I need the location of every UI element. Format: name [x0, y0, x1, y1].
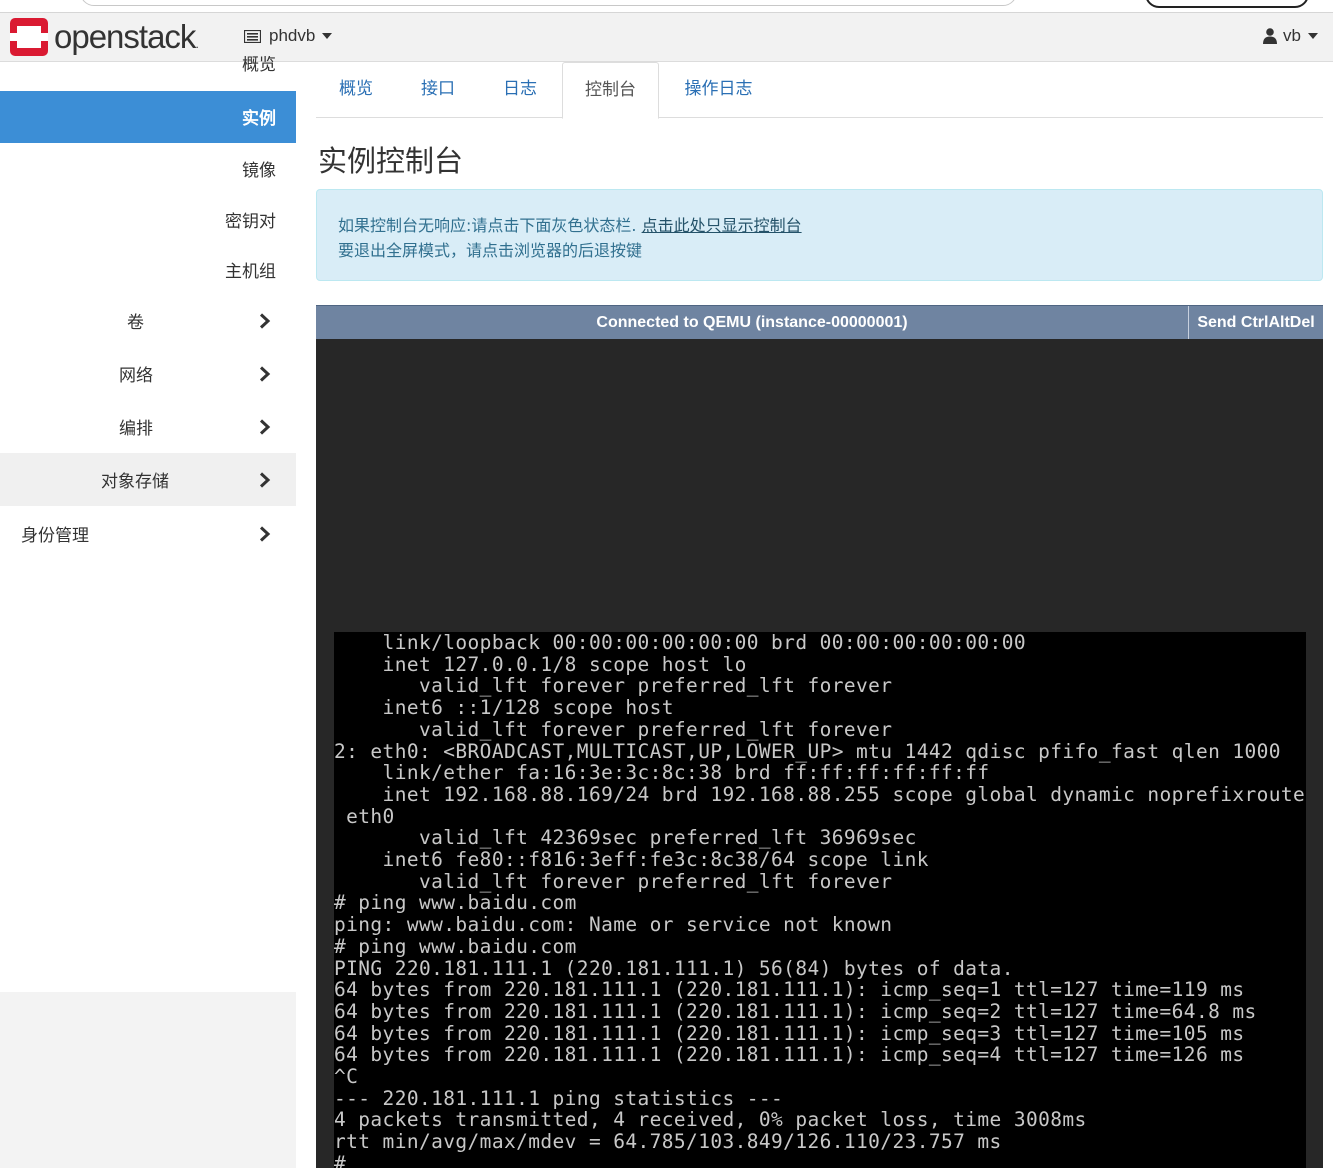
top-navbar: openstack. phdvb vb: [0, 12, 1333, 62]
sidebar-footer-area: [0, 992, 296, 1168]
instance-tabs: 概览 接口 日志 控制台 操作日志: [316, 62, 1323, 119]
user-dropdown[interactable]: vb: [1263, 26, 1318, 46]
sidebar-group-label: 网络: [119, 366, 153, 386]
alert-line-2: 要退出全屏模式，请点击浏览器的后退按键: [338, 241, 643, 260]
tab-action-log[interactable]: 操作日志: [670, 62, 767, 118]
chevron-right-icon: [259, 366, 271, 382]
sidebar-group-label: 对象存储: [101, 472, 169, 492]
sidebar-item-keypairs[interactable]: 密钥对: [225, 207, 276, 232]
sidebar-group-identity[interactable]: 身份管理: [0, 507, 296, 560]
console-line: rtt min/avg/max/mdev = 64.785/103.849/12…: [334, 1130, 1002, 1154]
console-line: 4 packets transmitted, 4 received, 0% pa…: [334, 1108, 1087, 1132]
sidebar-group-orchestration[interactable]: 编排: [0, 400, 296, 453]
project-list-icon: [244, 29, 261, 43]
browser-chrome-strip: [0, 0, 1333, 12]
console-line: valid_lft 42369sec preferred_lft 36969se…: [334, 826, 917, 850]
sidebar-item-images[interactable]: 镜像: [242, 156, 276, 181]
chevron-right-icon: [259, 313, 271, 329]
console-output: link/loopback 00:00:00:00:00:00 brd 00:0…: [334, 632, 1305, 1168]
alert-text: 如果控制台无响应:请点击下面灰色状态栏.: [338, 216, 637, 235]
alert-line-1: 如果控制台无响应:请点击下面灰色状态栏. 点击此处只显示控制台: [338, 212, 802, 236]
sidebar-group-label: 编排: [119, 419, 153, 439]
sidebar-group-label: 卷: [127, 313, 144, 333]
chevron-right-icon: [259, 526, 271, 542]
page-title: 实例控制台: [318, 144, 464, 178]
console-line: 64 bytes from 220.181.111.1 (220.181.111…: [334, 999, 1257, 1023]
sidebar-group-label: 身份管理: [21, 526, 89, 546]
console-line: eth0: [334, 804, 395, 828]
openstack-logo[interactable]: openstack.: [10, 18, 199, 56]
sidebar-item-overview[interactable]: 概览: [242, 56, 276, 76]
console-line: ^C: [334, 1065, 359, 1089]
console-status-text: Connected to QEMU (instance-00000001): [596, 314, 908, 331]
console-line: inet 192.168.88.169/24 brd 192.168.88.25…: [334, 782, 1306, 806]
console-line: 2: eth0: <BROADCAST,MULTICAST,UP,LOWER_U…: [334, 739, 1281, 763]
caret-down-icon: [1308, 33, 1318, 39]
console-line: # ping www.baidu.com: [334, 891, 577, 915]
user-name: vb: [1283, 26, 1301, 45]
caret-down-icon: [322, 33, 333, 39]
browser-toolbar-button[interactable]: [1145, 0, 1309, 8]
console-line: link/loopback 00:00:00:00:00:00 brd 00:0…: [334, 632, 1026, 654]
project-name: phdvb: [269, 26, 316, 45]
console-line: # ping www.baidu.com: [334, 934, 577, 958]
console-line: PING 220.181.111.1 (220.181.111.1) 56(84…: [334, 956, 1014, 980]
sidebar-group-object-store[interactable]: 对象存储: [0, 453, 296, 506]
console-line: 64 bytes from 220.181.111.1 (220.181.111…: [334, 1043, 1245, 1067]
console-line: 64 bytes from 220.181.111.1 (220.181.111…: [334, 1021, 1245, 1045]
console-line: inet6 fe80::f816:3eff:fe3c:8c38/64 scope…: [334, 848, 929, 872]
console-line: valid_lft forever preferred_lft forever: [334, 869, 893, 893]
tab-interfaces[interactable]: 接口: [400, 62, 476, 118]
sidebar: 概览 实例 镜像 密钥对 主机组 卷 网络 编排 对象存储 身份管理: [0, 56, 296, 1168]
brand-name: openstack.: [54, 18, 199, 55]
vm-screen[interactable]: link/loopback 00:00:00:00:00:00 brd 00:0…: [334, 632, 1306, 1168]
sidebar-group-network[interactable]: 网络: [0, 347, 296, 400]
console-only-link[interactable]: 点击此处只显示控制台: [642, 216, 802, 235]
chevron-right-icon: [259, 472, 271, 488]
console-line: 64 bytes from 220.181.111.1 (220.181.111…: [334, 978, 1245, 1002]
console-line: link/ether fa:16:3e:3c:8c:38 brd ff:ff:f…: [334, 761, 990, 785]
console-line: inet6 ::1/128 scope host: [334, 696, 674, 720]
browser-address-bar[interactable]: [80, 0, 1017, 6]
sidebar-item-server-groups[interactable]: 主机组: [225, 257, 276, 282]
console-line: --- 220.181.111.1 ping statistics ---: [334, 1086, 784, 1110]
console-line: # _: [334, 1151, 371, 1168]
sidebar-item-instances[interactable]: 实例: [0, 91, 296, 143]
console-status-bar[interactable]: Connected to QEMU (instance-00000001) Se…: [316, 305, 1323, 339]
tab-log[interactable]: 日志: [482, 62, 558, 118]
console-line: valid_lft forever preferred_lft forever: [334, 674, 893, 698]
project-dropdown[interactable]: phdvb: [244, 26, 333, 46]
sidebar-group-volumes[interactable]: 卷: [0, 294, 296, 347]
sidebar-item-label: 实例: [242, 109, 276, 129]
openstack-logo-icon: [10, 18, 48, 56]
send-ctrl-alt-del-button[interactable]: Send CtrlAltDel: [1188, 306, 1323, 339]
console-line: valid_lft forever preferred_lft forever: [334, 717, 893, 741]
console-line: inet 127.0.0.1/8 scope host lo: [334, 652, 747, 676]
chevron-right-icon: [259, 419, 271, 435]
info-alert: 如果控制台无响应:请点击下面灰色状态栏. 点击此处只显示控制台 要退出全屏模式，…: [316, 189, 1323, 281]
user-icon: [1263, 28, 1278, 44]
console-line: ping: www.baidu.com: Name or service not…: [334, 913, 893, 937]
tab-overview[interactable]: 概览: [316, 62, 396, 118]
tab-console[interactable]: 控制台: [562, 62, 659, 119]
